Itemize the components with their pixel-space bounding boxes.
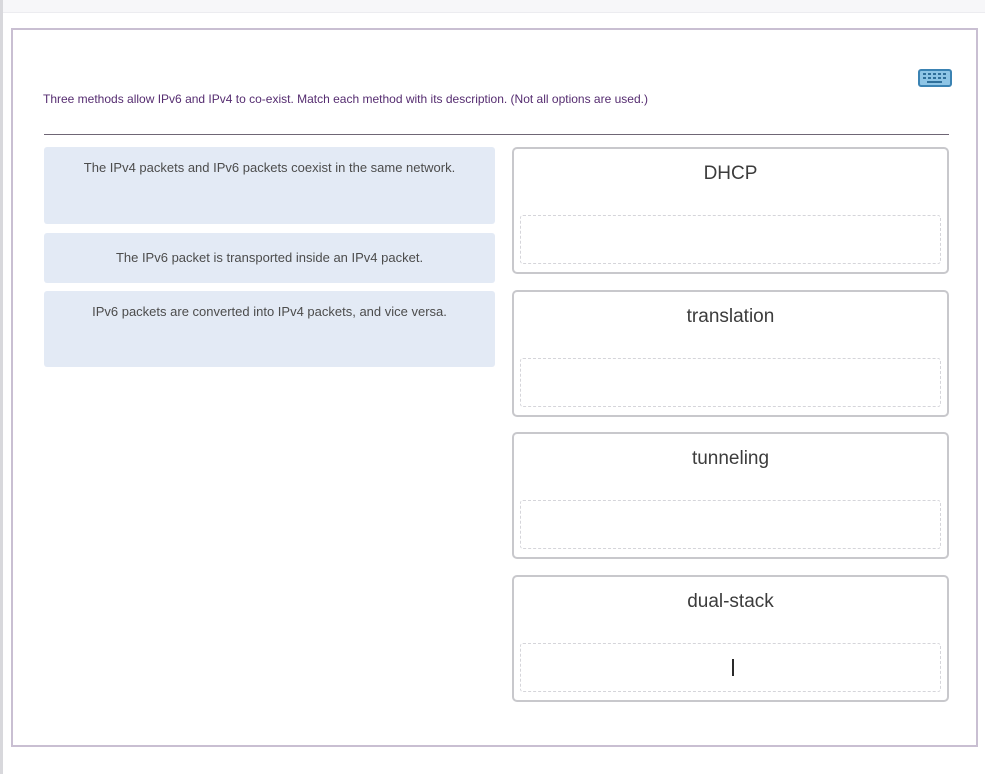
match-target-dhcp: DHCP <box>512 147 949 274</box>
target-label: DHCP <box>703 163 758 184</box>
target-label: tunneling <box>691 448 770 469</box>
description-text: The IPv4 packets and IPv6 packets coexis… <box>83 160 456 175</box>
description-text: IPv6 packets are converted into IPv4 pac… <box>92 304 447 319</box>
drop-zone[interactable] <box>520 500 941 549</box>
top-strip <box>0 0 985 13</box>
page: Three methods allow IPv6 and IPv4 to co-… <box>0 0 985 774</box>
keyboard-icon[interactable] <box>918 69 952 87</box>
match-target-tunneling: tunneling <box>512 432 949 559</box>
mouse-text-cursor <box>732 659 734 676</box>
description-card[interactable]: IPv6 packets are converted into IPv4 pac… <box>44 291 495 367</box>
target-label: dual-stack <box>687 591 774 612</box>
description-card[interactable]: The IPv4 packets and IPv6 packets coexis… <box>44 147 495 224</box>
left-edge-divider <box>0 0 3 774</box>
drop-zone[interactable] <box>520 215 941 264</box>
question-prompt: Three methods allow IPv6 and IPv4 to co-… <box>43 92 648 106</box>
keyboard-icon-glyph <box>923 73 946 83</box>
match-target-translation: translation <box>512 290 949 417</box>
match-target-dual-stack: dual-stack <box>512 575 949 702</box>
question-panel: Three methods allow IPv6 and IPv4 to co-… <box>11 28 978 747</box>
description-card[interactable]: The IPv6 packet is transported inside an… <box>44 233 495 283</box>
drop-zone[interactable] <box>520 358 941 407</box>
drop-zone[interactable] <box>520 643 941 692</box>
target-label: translation <box>686 306 775 327</box>
description-text: The IPv6 packet is transported inside an… <box>115 250 424 265</box>
prompt-divider <box>44 134 949 135</box>
